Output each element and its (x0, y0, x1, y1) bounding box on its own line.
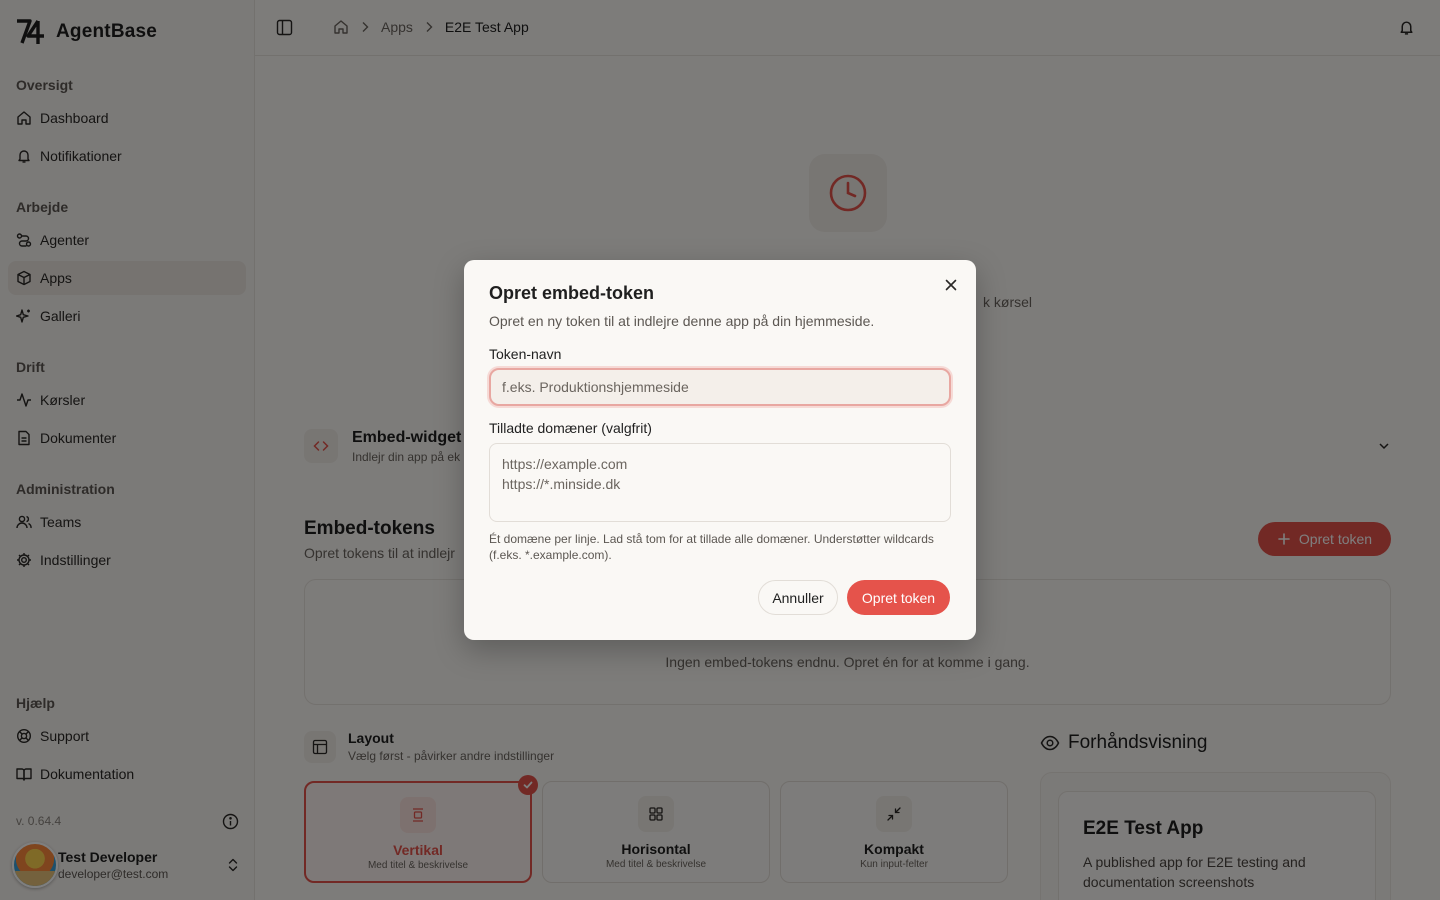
dialog-title: Opret embed-token (489, 283, 655, 303)
domains-help-text: Ét domæne per linje. Lad stå tom for at … (489, 532, 934, 562)
dialog-description: Opret en ny token til at indlejre denne … (489, 313, 875, 329)
token-name-input[interactable] (489, 368, 951, 406)
close-icon (945, 279, 957, 291)
create-token-submit-button[interactable]: Opret token (847, 580, 950, 615)
create-embed-token-dialog: Opret embed-token Opret en ny token til … (464, 260, 976, 640)
close-button[interactable] (943, 277, 959, 293)
token-name-label: Token-navn (489, 346, 562, 362)
allowed-domains-label: Tilladte domæner (valgfrit) (489, 420, 652, 436)
cancel-button[interactable]: Annuller (758, 580, 838, 615)
allowed-domains-textarea[interactable] (489, 443, 951, 522)
